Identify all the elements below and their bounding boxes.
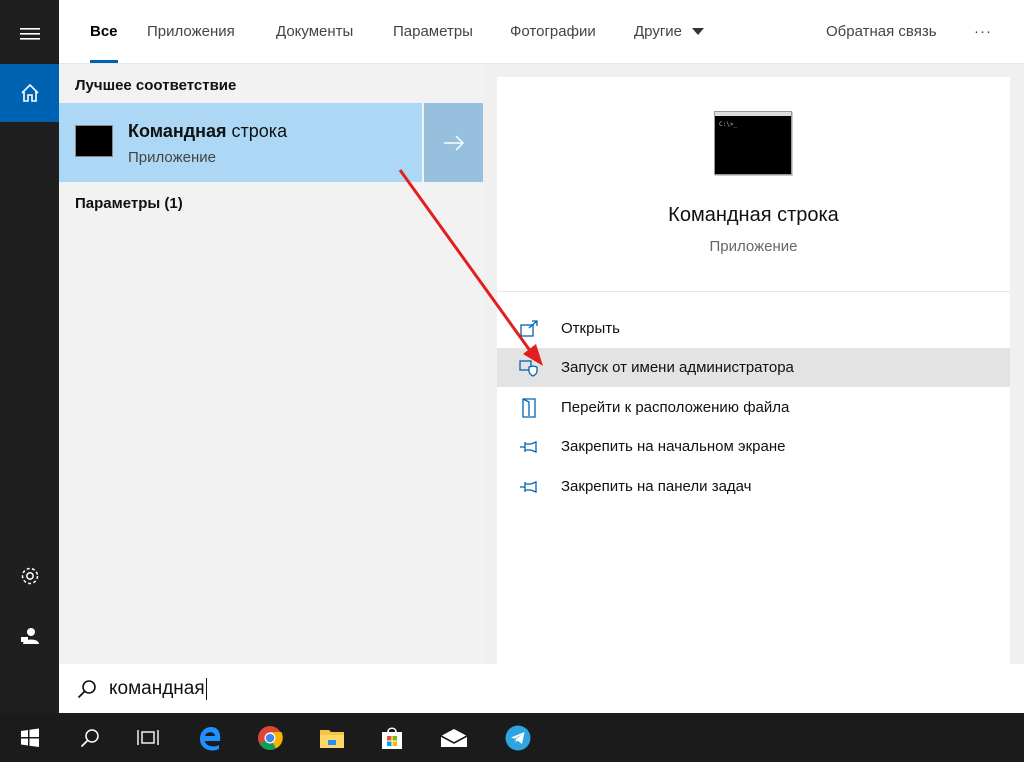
action-run-as-admin-label: Запуск от имени администратора <box>561 359 794 376</box>
arrow-right-icon <box>443 135 465 151</box>
search-box[interactable]: командная <box>59 664 1024 713</box>
hamburger-icon <box>19 26 41 42</box>
store-icon <box>380 726 404 750</box>
user-button[interactable] <box>0 612 59 660</box>
left-rail <box>0 0 59 713</box>
taskbar-search-button[interactable] <box>60 713 120 762</box>
divider <box>497 291 1010 292</box>
mail-button[interactable] <box>424 713 484 762</box>
best-match-subtitle: Приложение <box>128 149 216 166</box>
search-icon <box>77 679 97 699</box>
settings-button[interactable] <box>0 552 59 600</box>
search-input[interactable]: командная <box>109 678 207 700</box>
settings-icon <box>19 565 41 587</box>
tab-photos[interactable]: Фотографии <box>510 0 596 63</box>
pin-start-icon <box>519 440 539 454</box>
chrome-icon <box>257 725 283 751</box>
cmd-large-icon: C:\>_ <box>714 111 792 175</box>
tab-settings[interactable]: Параметры <box>393 0 473 63</box>
detail-subtitle: Приложение <box>497 238 1010 255</box>
details-pane: C:\>_ Командная строка Приложение Открыт… <box>497 77 1010 664</box>
chrome-button[interactable] <box>240 713 300 762</box>
hamburger-menu-button[interactable] <box>0 10 59 58</box>
action-run-as-admin[interactable]: Запуск от имени администратора <box>497 348 1010 387</box>
action-open[interactable]: Открыть <box>497 309 1010 348</box>
telegram-button[interactable] <box>488 713 548 762</box>
action-pin-taskbar[interactable]: Закрепить на панели задач <box>497 467 1010 506</box>
start-button[interactable] <box>0 713 60 762</box>
telegram-icon <box>505 725 531 751</box>
cmd-app-icon <box>75 125 113 157</box>
tab-documents[interactable]: Документы <box>276 0 353 63</box>
detail-title: Командная строка <box>497 204 1010 227</box>
taskbar <box>0 713 1024 762</box>
expand-details-button[interactable] <box>424 103 483 182</box>
home-button[interactable] <box>0 64 59 122</box>
file-explorer-button[interactable] <box>302 713 362 762</box>
task-view-icon <box>137 728 159 748</box>
text-cursor <box>206 678 207 700</box>
edge-icon <box>197 725 223 751</box>
best-match-result[interactable]: Командная строка Приложение <box>59 103 422 182</box>
search-icon <box>80 728 100 748</box>
action-open-file-location[interactable]: Перейти к расположению файла <box>497 388 1010 427</box>
file-explorer-icon <box>319 727 345 749</box>
run-as-admin-icon <box>519 359 539 377</box>
tab-other[interactable]: Другие <box>634 0 704 63</box>
user-icon <box>19 625 41 647</box>
edge-button[interactable] <box>180 713 240 762</box>
chevron-down-icon <box>692 28 704 36</box>
tab-other-label: Другие <box>634 23 682 40</box>
settings-results-heading[interactable]: Параметры (1) <box>75 195 183 212</box>
windows-start-icon <box>20 728 40 748</box>
tab-apps[interactable]: Приложения <box>147 0 235 63</box>
best-match-heading: Лучшее соответствие <box>75 77 236 94</box>
action-pin-start[interactable]: Закрепить на начальном экране <box>497 427 1010 466</box>
home-icon <box>19 82 41 104</box>
search-filter-tabs: Все Приложения Документы Параметры Фотог… <box>59 0 1024 64</box>
more-options-button[interactable]: ··· <box>974 0 992 63</box>
feedback-link[interactable]: Обратная связь <box>826 0 937 63</box>
task-view-button[interactable] <box>118 713 178 762</box>
action-open-label: Открыть <box>561 320 620 337</box>
pin-taskbar-icon <box>519 480 539 494</box>
action-pin-taskbar-label: Закрепить на панели задач <box>561 478 752 495</box>
open-icon <box>519 320 539 338</box>
file-location-icon <box>521 398 537 418</box>
tab-all[interactable]: Все <box>90 0 118 63</box>
store-button[interactable] <box>362 713 422 762</box>
best-match-title: Командная строка <box>128 121 287 142</box>
action-pin-start-label: Закрепить на начальном экране <box>561 438 785 455</box>
mail-icon <box>440 728 468 748</box>
action-open-file-location-label: Перейти к расположению файла <box>561 399 789 416</box>
